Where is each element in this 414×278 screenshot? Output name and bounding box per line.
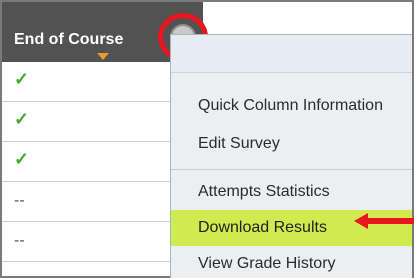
menu-header-blank bbox=[171, 35, 412, 73]
sort-indicator-icon bbox=[97, 53, 109, 60]
table-row: -- bbox=[2, 222, 170, 262]
table-row: ✓ bbox=[2, 62, 170, 102]
table-row: -- bbox=[2, 182, 170, 222]
column-context-menu: Quick Column Information Edit Survey Att… bbox=[170, 34, 412, 278]
checkmark-icon: ✓ bbox=[14, 109, 30, 129]
table-row: ✓ bbox=[2, 102, 170, 142]
annotation-arrow-icon bbox=[354, 213, 414, 229]
menu-item-edit-survey[interactable]: Edit Survey bbox=[171, 125, 412, 163]
header-strip bbox=[203, 2, 412, 32]
menu-item-quick-column-information[interactable]: Quick Column Information bbox=[171, 87, 412, 125]
menu-divider bbox=[171, 169, 412, 170]
table-row: ✓ bbox=[2, 142, 170, 182]
cell-value: -- bbox=[14, 192, 25, 209]
menu-item-view-grade-history[interactable]: View Grade History bbox=[171, 246, 412, 278]
checkmark-icon: ✓ bbox=[14, 149, 30, 169]
menu-item-attempts-statistics[interactable]: Attempts Statistics bbox=[171, 174, 412, 210]
column-header-label: End of Course bbox=[14, 31, 124, 48]
checkmark-icon: ✓ bbox=[14, 69, 30, 89]
cell-value: -- bbox=[14, 232, 25, 249]
grade-rows: ✓ ✓ ✓ -- -- bbox=[2, 62, 170, 262]
menu-spacer bbox=[171, 73, 412, 87]
